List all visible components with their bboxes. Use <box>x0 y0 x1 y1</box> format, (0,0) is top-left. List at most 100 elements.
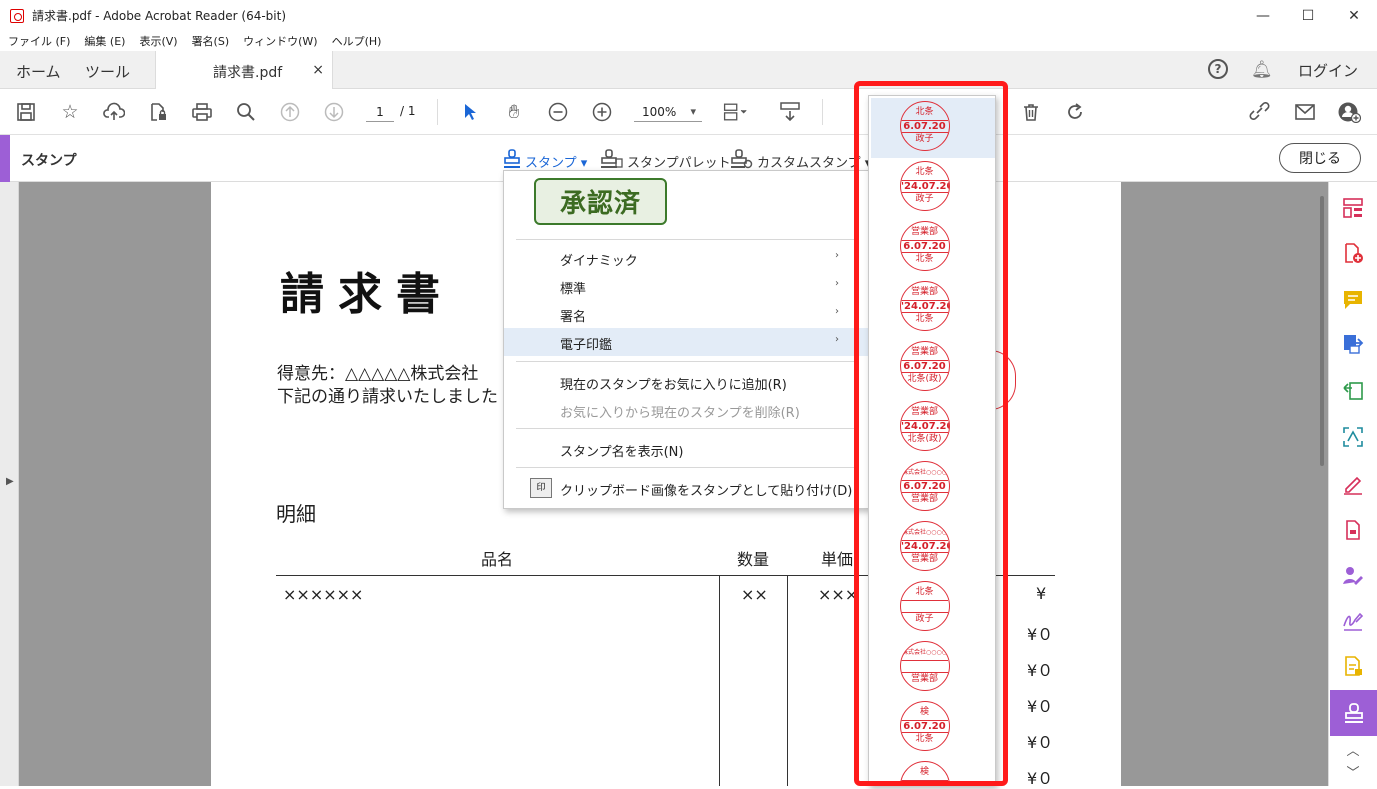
hand-tool-icon[interactable]: ✋︎ <box>501 99 527 125</box>
menu-item-signature[interactable]: 署名 › <box>504 300 869 328</box>
maximize-button[interactable]: ☐ <box>1285 0 1331 31</box>
tab-close-icon[interactable]: × <box>312 62 324 78</box>
zoom-level-select[interactable]: 100% <box>634 102 702 122</box>
menu-separator <box>516 467 858 468</box>
share-link-icon[interactable] <box>1247 99 1273 125</box>
email-icon[interactable] <box>1292 99 1318 125</box>
comment-icon[interactable] <box>1340 287 1366 313</box>
bell-icon[interactable]: 🔔︎ <box>1251 60 1273 80</box>
prepare-form-icon[interactable] <box>1340 653 1366 679</box>
toolbar-divider <box>437 99 438 125</box>
previous-page-icon[interactable] <box>277 99 303 125</box>
stamp-dropdown-menu: 承認済 ダイナミック › 標準 › 署名 › 電子印鑑 › 現在のスタンプをお気… <box>503 170 870 509</box>
menu-file[interactable]: ファイル (F) <box>8 33 70 49</box>
zoom-out-icon[interactable] <box>545 99 571 125</box>
login-button[interactable]: ログイン <box>1298 60 1358 81</box>
zoom-in-icon[interactable] <box>589 99 615 125</box>
close-tool-button[interactable]: 閉じる <box>1279 143 1361 173</box>
table-cell-qty: ×× <box>741 585 768 604</box>
menu-item-standard[interactable]: 標準 › <box>504 272 869 300</box>
tab-tools[interactable]: ツール <box>85 61 130 82</box>
organize-pages-icon[interactable] <box>1340 195 1366 221</box>
menu-sign[interactable]: 署名(S) <box>192 33 230 49</box>
page-total: / 1 <box>400 104 416 118</box>
cloud-upload-icon[interactable] <box>101 99 127 125</box>
print-icon[interactable] <box>189 99 215 125</box>
scroll-mode-icon[interactable] <box>777 99 803 125</box>
menu-item-add-favorite[interactable]: 現在のスタンプをお気に入りに追加(R) <box>504 368 869 396</box>
scan-ocr-icon[interactable] <box>1340 424 1366 450</box>
menu-separator <box>516 428 858 429</box>
table-cell-amount: ¥０ <box>1027 661 1054 680</box>
table-cell-price: ××× <box>818 585 859 604</box>
left-panel-toggle[interactable]: ▶ <box>0 182 19 786</box>
menu-item-label: 電子印鑑 <box>560 338 613 353</box>
menu-item-paste-clipboard[interactable]: 印 クリップボード画像をスタンプとして貼り付け(D) <box>504 474 869 502</box>
create-pdf-icon[interactable] <box>1340 240 1366 266</box>
expand-panel-icon: ▶ <box>6 476 14 487</box>
stamp-tool-icon[interactable] <box>1330 690 1377 736</box>
rotate-icon[interactable] <box>1062 99 1088 125</box>
vertical-scrollbar[interactable] <box>1320 196 1324 466</box>
chevron-down-icon[interactable]: ﹀ <box>1340 762 1366 781</box>
menu-edit[interactable]: 編集 (E) <box>84 33 125 49</box>
tab-document[interactable]: 請求書.pdf × <box>155 51 333 89</box>
document-body: 下記の通り請求いたしました <box>277 387 498 407</box>
menu-item-label: 標準 <box>560 282 587 297</box>
tab-home[interactable]: ホーム <box>16 61 61 82</box>
sign-icon[interactable] <box>1340 608 1366 634</box>
table-cell-amount: ¥０ <box>1027 769 1054 788</box>
tab-document-label: 請求書.pdf <box>213 65 283 81</box>
page-number-input[interactable]: 1 <box>366 102 394 122</box>
protect-icon[interactable] <box>1340 517 1366 543</box>
column-header-name: 品名 <box>481 550 514 569</box>
fill-sign-icon[interactable] <box>1340 471 1366 497</box>
menu-bar: ファイル (F) 編集 (E) 表示(V) 署名(S) ウィンドウ(W) ヘルプ… <box>0 31 1377 51</box>
protect-file-icon[interactable] <box>145 99 171 125</box>
title-bar: 請求書.pdf - Adobe Acrobat Reader (64-bit) <box>0 0 1377 31</box>
highlight-annotation-box <box>854 81 1008 786</box>
chevron-up-icon[interactable]: ︿ <box>1340 740 1366 759</box>
star-icon[interactable]: ☆ <box>57 99 83 125</box>
select-cursor-icon[interactable] <box>457 99 483 125</box>
acrobat-app-icon <box>10 8 24 23</box>
menu-item-remove-favorite: お気に入りから現在のスタンプを削除(R) <box>504 396 869 424</box>
main-toolbar: ☆ 1 / 1 ✋︎ 100% <box>0 89 1377 135</box>
detail-heading: 明細 <box>276 502 316 526</box>
menu-view[interactable]: 表示(V) <box>139 33 177 49</box>
close-window-button[interactable]: ✕ <box>1331 0 1377 31</box>
document-recipient: 得意先：△△△△△株式会社 <box>277 364 479 384</box>
menu-item-electronic-seal[interactable]: 電子印鑑 › <box>504 328 869 356</box>
menu-item-label: 現在のスタンプをお気に入りに追加(R) <box>560 378 787 393</box>
delete-icon[interactable] <box>1018 99 1044 125</box>
table-cell-amount: ¥０ <box>1027 697 1054 716</box>
menu-item-label: 署名 <box>560 310 587 325</box>
menu-window[interactable]: ウィンドウ(W) <box>243 33 317 49</box>
stamp-tool-name: スタンプ <box>21 153 77 169</box>
menu-help[interactable]: ヘルプ(H) <box>332 33 382 49</box>
help-icon[interactable]: ? <box>1208 59 1228 79</box>
submenu-arrow-icon: › <box>835 278 839 289</box>
menu-separator <box>516 361 858 362</box>
submenu-arrow-icon: › <box>835 250 839 261</box>
edit-pdf-icon[interactable] <box>1340 378 1366 404</box>
table-cell-amount: ¥ <box>1036 584 1047 603</box>
current-stamp-preview[interactable]: 承認済 <box>534 178 667 225</box>
save-icon[interactable] <box>13 99 39 125</box>
column-header-qty: 数量 <box>737 550 770 569</box>
next-page-icon[interactable] <box>321 99 347 125</box>
window-title: 請求書.pdf - Adobe Acrobat Reader (64-bit) <box>32 9 287 23</box>
page-layout-icon[interactable] <box>722 99 748 125</box>
search-icon[interactable] <box>233 99 259 125</box>
request-signature-icon[interactable] <box>1340 563 1366 589</box>
menu-item-label: ダイナミック <box>560 254 638 269</box>
menu-item-dynamic[interactable]: ダイナミック › <box>504 244 869 272</box>
toolbar-divider <box>822 99 823 125</box>
menu-item-show-stamp-name[interactable]: スタンプ名を表示(N) <box>504 435 869 463</box>
submenu-arrow-icon: › <box>835 306 839 317</box>
document-title: 請求書 <box>280 269 454 320</box>
submenu-arrow-icon: › <box>835 334 839 345</box>
export-pdf-icon[interactable] <box>1340 331 1366 357</box>
add-user-icon[interactable] <box>1336 99 1362 125</box>
minimize-button[interactable]: — <box>1240 0 1286 31</box>
